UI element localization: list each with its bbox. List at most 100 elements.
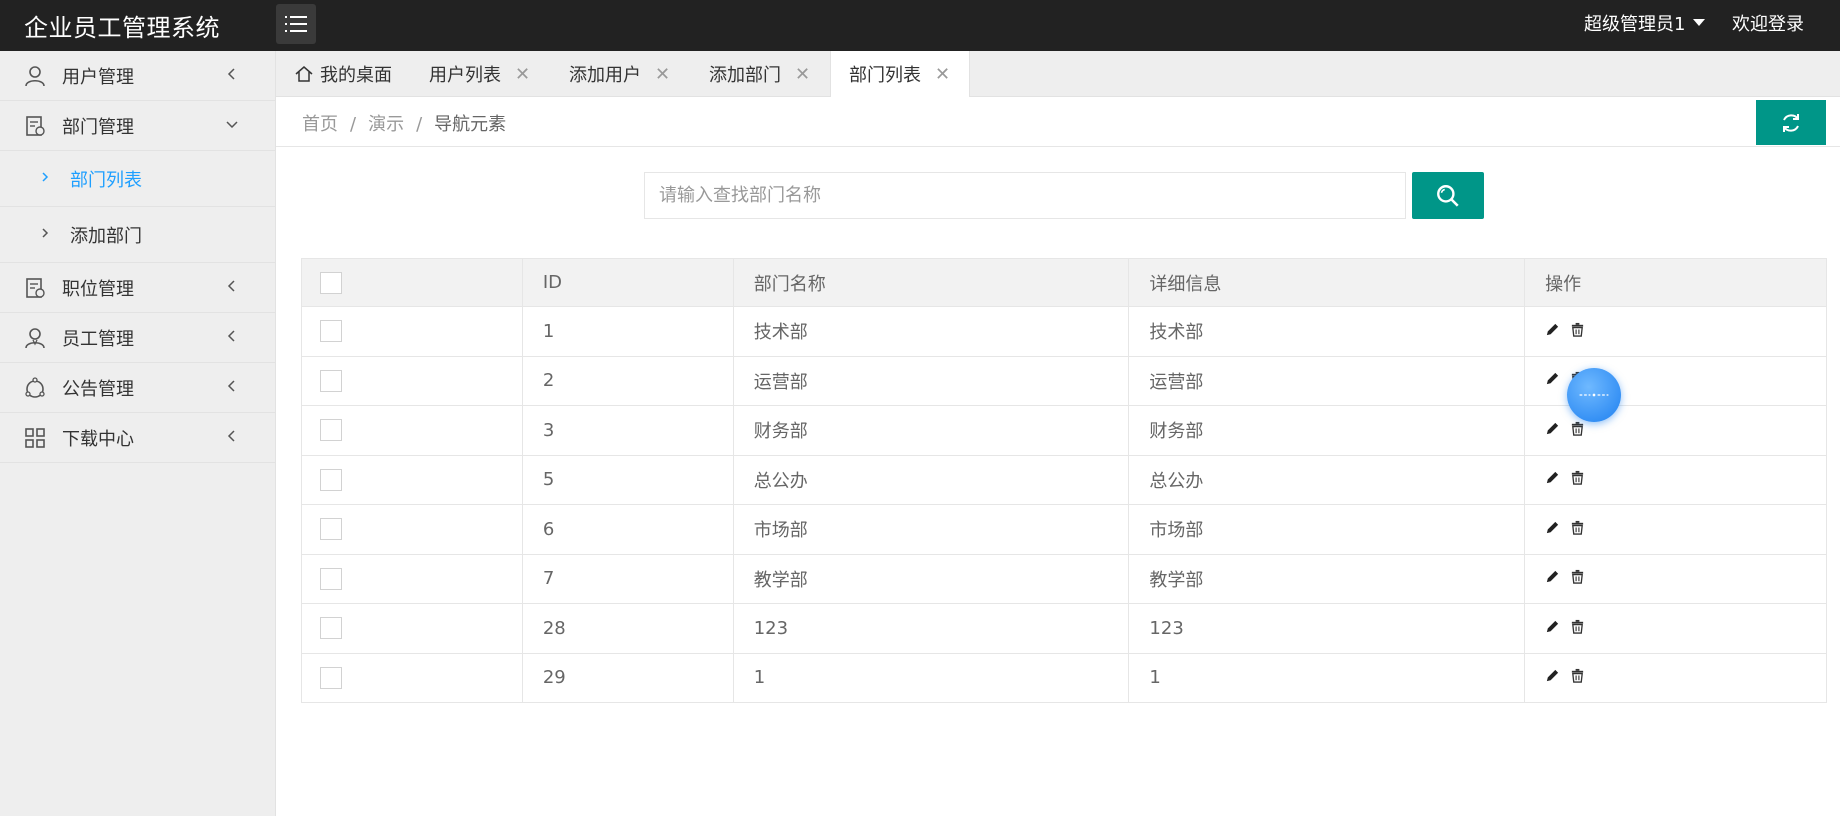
tab-my-desktop[interactable]: 我的桌面 (294, 51, 392, 97)
edit-icon[interactable] (1545, 668, 1560, 683)
cell-detail: 1 (1128, 652, 1526, 703)
tab-user-list[interactable]: 用户列表 ✕ (429, 51, 530, 97)
close-icon[interactable]: ✕ (935, 64, 950, 85)
chevron-left-icon (227, 430, 235, 442)
menu-toggle-button[interactable] (276, 4, 316, 44)
row-checkbox[interactable] (320, 320, 342, 343)
delete-icon[interactable] (1570, 619, 1585, 634)
delete-icon[interactable] (1570, 668, 1585, 683)
cell-detail: 运营部 (1128, 355, 1526, 406)
tab-add-department[interactable]: 添加部门 ✕ (709, 51, 810, 97)
breadcrumb-item[interactable]: 演示 (368, 114, 404, 135)
row-checkbox[interactable] (320, 666, 342, 689)
table-row: 28 123 123 (301, 603, 1827, 654)
refresh-button[interactable] (1756, 100, 1826, 145)
header-actions: 操作 (1524, 258, 1827, 307)
sidebar-item-user-management[interactable]: 用户管理 (0, 51, 275, 101)
edit-icon[interactable] (1545, 470, 1560, 485)
refresh-icon (1783, 113, 1799, 132)
row-select-cell (301, 553, 523, 604)
header-select-all (301, 258, 523, 307)
row-select-cell (301, 652, 523, 703)
cell-detail: 财务部 (1128, 405, 1526, 456)
sidebar-item-label: 职位管理 (62, 278, 134, 300)
sidebar-item-label: 部门列表 (70, 169, 142, 191)
cell-actions (1524, 603, 1827, 654)
close-icon[interactable]: ✕ (515, 64, 530, 85)
search-button[interactable] (1412, 172, 1484, 219)
row-select-cell (301, 504, 523, 555)
cell-department-name: 123 (732, 603, 1130, 654)
department-icon (26, 116, 45, 136)
edit-icon[interactable] (1545, 520, 1560, 535)
cell-actions (1524, 652, 1827, 703)
header-id: ID (521, 258, 734, 307)
edit-icon[interactable] (1545, 371, 1560, 386)
select-all-checkbox[interactable] (320, 271, 342, 294)
delete-icon[interactable] (1570, 569, 1585, 584)
chevron-right-icon (42, 228, 49, 238)
floating-assistant-button[interactable] (1567, 368, 1621, 422)
sidebar-subitem-department-list[interactable]: 部门列表 (0, 151, 275, 207)
user-icon (25, 66, 45, 87)
delete-icon[interactable] (1570, 322, 1585, 337)
cell-actions (1524, 405, 1827, 456)
cell-actions (1524, 553, 1827, 604)
sidebar-item-label: 用户管理 (62, 66, 134, 88)
sidebar-item-position-management[interactable]: 职位管理 (0, 263, 275, 313)
breadcrumb-item[interactable]: 首页 (302, 114, 338, 135)
edit-icon[interactable] (1545, 322, 1560, 337)
caret-down-icon (1693, 19, 1706, 26)
tab-add-user[interactable]: 添加用户 ✕ (569, 51, 670, 97)
cell-detail: 123 (1128, 603, 1526, 654)
cell-department-name: 技术部 (732, 306, 1130, 357)
close-icon[interactable]: ✕ (795, 64, 810, 85)
cell-actions (1524, 306, 1827, 357)
row-checkbox[interactable] (320, 617, 342, 640)
user-name: 超级管理员1 (1584, 14, 1686, 35)
grid-icon (25, 428, 45, 448)
sidebar-item-employee-management[interactable]: 员工管理 (0, 313, 275, 363)
sidebar-item-department-management[interactable]: 部门管理 (0, 101, 275, 151)
sidebar-item-announcement-management[interactable]: 公告管理 (0, 363, 275, 413)
sidebar-item-download-center[interactable]: 下载中心 (0, 413, 275, 463)
header-detail: 详细信息 (1128, 258, 1526, 307)
edit-icon[interactable] (1545, 569, 1560, 584)
chevron-left-icon (227, 330, 235, 342)
tab-label: 我的桌面 (320, 65, 392, 86)
chevron-down-icon (226, 121, 238, 129)
row-select-cell (301, 603, 523, 654)
cell-detail: 市场部 (1128, 504, 1526, 555)
cell-id: 29 (521, 652, 734, 703)
cell-id: 6 (521, 504, 734, 555)
row-checkbox[interactable] (320, 419, 342, 442)
edit-icon[interactable] (1545, 421, 1560, 436)
department-search-input[interactable] (644, 172, 1406, 219)
row-checkbox[interactable] (320, 518, 342, 541)
delete-icon[interactable] (1570, 520, 1585, 535)
cell-detail: 教学部 (1128, 553, 1526, 604)
user-menu[interactable]: 超级管理员1 (1584, 10, 1706, 36)
delete-icon[interactable] (1570, 421, 1585, 436)
cell-department-name: 1 (732, 652, 1130, 703)
chevron-left-icon (227, 280, 235, 292)
top-header: 企业员工管理系统 超级管理员1 欢迎登录 (0, 0, 1840, 51)
tab-label: 部门列表 (849, 65, 921, 86)
row-checkbox[interactable] (320, 369, 342, 392)
list-icon (285, 16, 307, 32)
delete-icon[interactable] (1570, 470, 1585, 485)
breadcrumb-separator: / (350, 114, 357, 135)
tab-department-list[interactable]: 部门列表 ✕ (830, 51, 970, 97)
row-checkbox[interactable] (320, 468, 342, 491)
cell-id: 5 (521, 454, 734, 505)
row-select-cell (301, 405, 523, 456)
breadcrumb: 首页 / 演示 / 导航元素 (302, 110, 506, 136)
welcome-link[interactable]: 欢迎登录 (1732, 10, 1804, 36)
close-icon[interactable]: ✕ (655, 64, 670, 85)
breadcrumb-bar: 首页 / 演示 / 导航元素 (276, 97, 1840, 147)
edit-icon[interactable] (1545, 619, 1560, 634)
row-checkbox[interactable] (320, 567, 342, 590)
home-icon (295, 66, 313, 82)
sidebar-subitem-add-department[interactable]: 添加部门 (0, 207, 275, 263)
app-title: 企业员工管理系统 (24, 14, 220, 42)
